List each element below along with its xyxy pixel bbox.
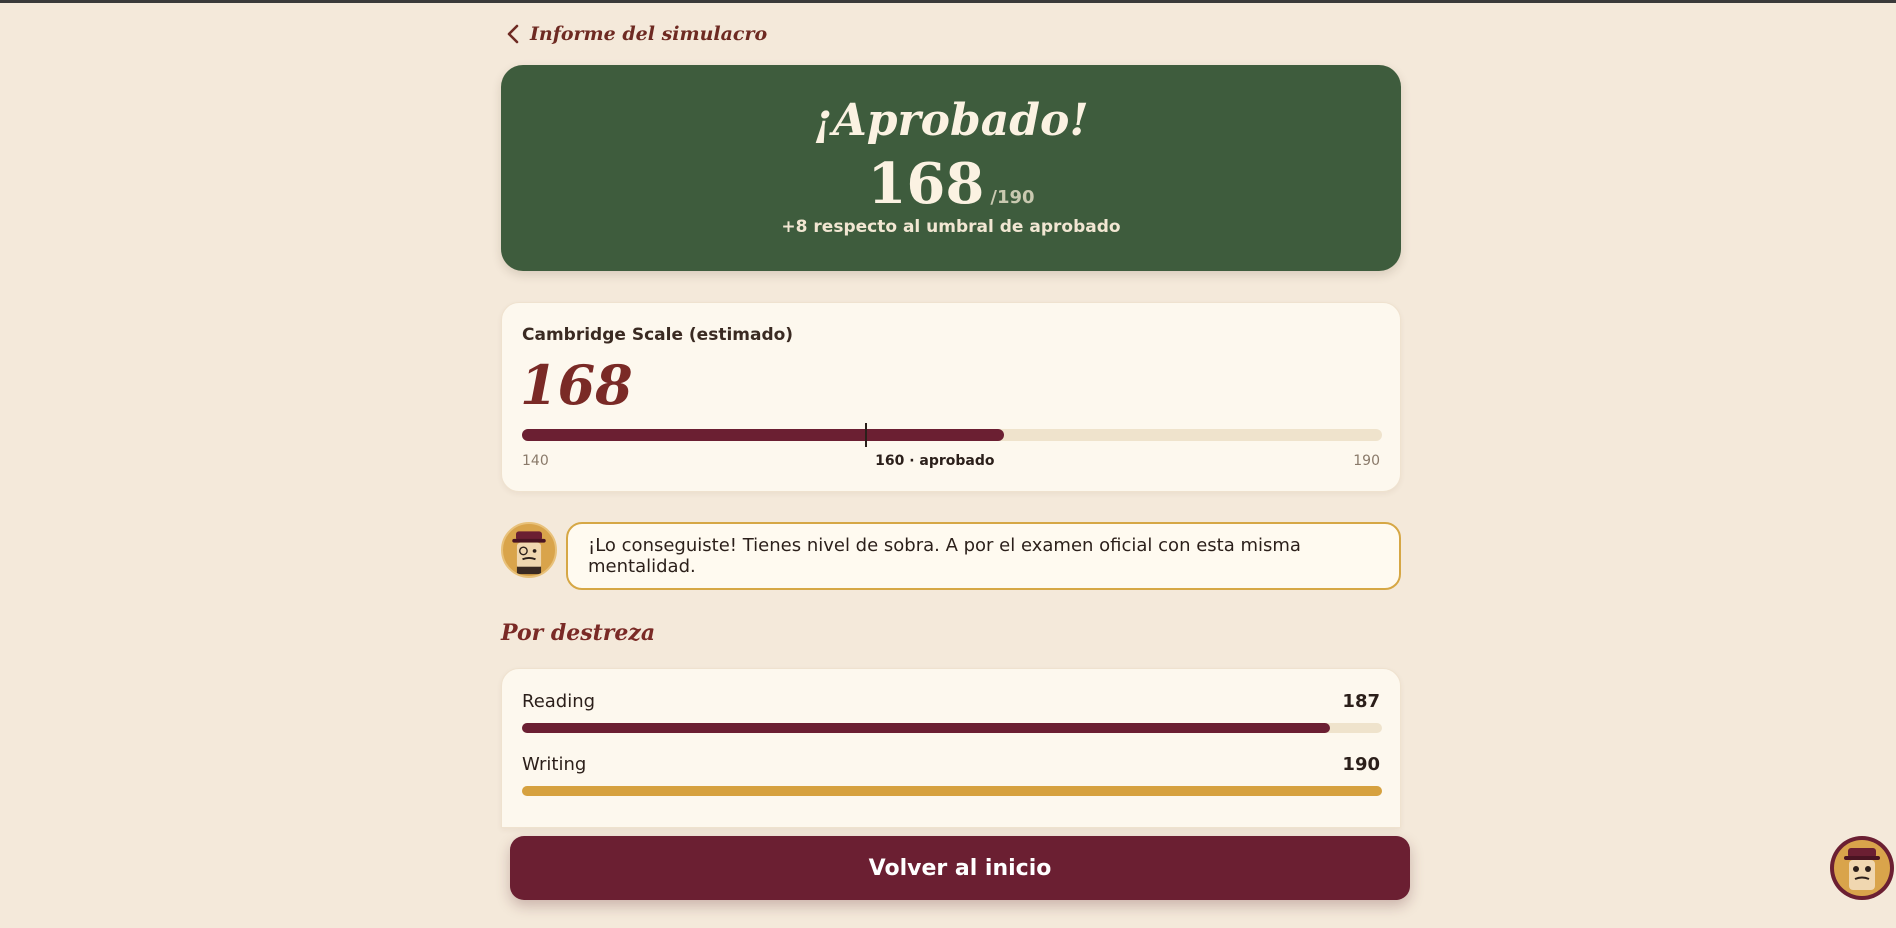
mascot-icon (1844, 848, 1880, 890)
result-score-value: 168 (867, 151, 985, 217)
pass-threshold-marker (865, 423, 867, 447)
scale-value: 168 (520, 353, 633, 417)
result-score-max: /190 (990, 187, 1035, 208)
cambridge-scale-card: Cambridge Scale (estimado) 168 140 160 ·… (501, 302, 1401, 492)
skill-reading-name: Reading (522, 691, 596, 712)
mascot-icon (512, 531, 546, 575)
scale-pass-label: 160 · aprobado (875, 453, 995, 469)
result-score: 168 /190 (501, 151, 1401, 217)
scale-progress-bar (522, 429, 1382, 441)
coach-avatar (501, 522, 557, 578)
skill-writing-fill (522, 786, 1382, 796)
back-link[interactable]: Informe del simulacro (506, 20, 767, 48)
scale-max-label: 190 (1353, 453, 1380, 469)
skill-writing-bar (522, 786, 1382, 796)
coach-fab[interactable] (1830, 836, 1894, 900)
coach-message: ¡Lo conseguiste! Tienes nivel de sobra. … (566, 522, 1401, 590)
result-message: +8 respecto al umbral de aprobado (781, 217, 1121, 237)
skill-reading-fill (522, 723, 1331, 733)
home-button[interactable]: Volver al inicio (510, 836, 1410, 900)
skill-reading-value: 187 (1342, 691, 1380, 712)
skills-card: Reading 187 Writing 190 (501, 668, 1401, 828)
result-title: ¡Aprobado! (813, 95, 1089, 146)
scale-progress-fill (522, 429, 1004, 441)
skill-reading-bar (522, 723, 1382, 733)
skill-writing-value: 190 (1342, 754, 1380, 775)
scale-min-label: 140 (522, 453, 549, 469)
result-banner: ¡Aprobado! 168 /190 +8 respecto al umbra… (501, 65, 1401, 271)
window-top-border (0, 0, 1896, 3)
skill-writing-name: Writing (522, 754, 587, 775)
skills-section-title: Por destreza (501, 620, 656, 646)
scale-label: Cambridge Scale (estimado) (522, 325, 794, 345)
back-link-label: Informe del simulacro (530, 23, 768, 45)
chevron-left-icon (507, 24, 519, 44)
